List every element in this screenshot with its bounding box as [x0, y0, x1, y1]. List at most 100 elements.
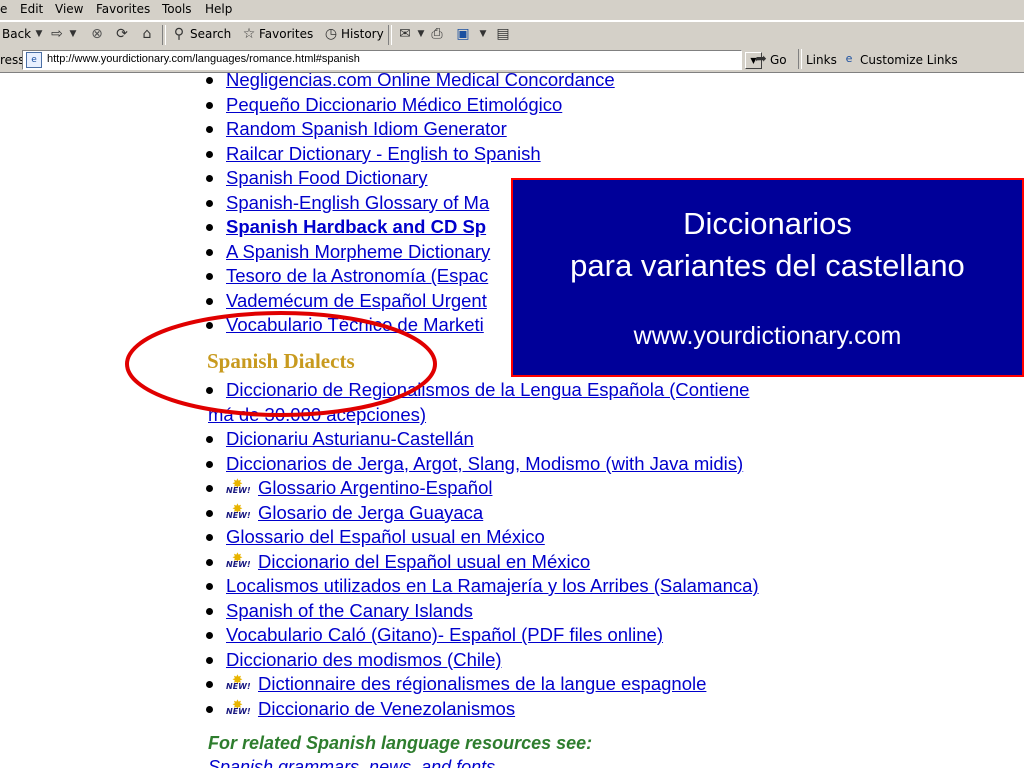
- spanish-resource-link[interactable]: Tesoro de la Astronomía (Espac: [226, 265, 488, 287]
- page-icon: e: [26, 52, 42, 68]
- edit-icon[interactable]: ▣: [454, 25, 472, 43]
- bullet-icon: [206, 509, 213, 517]
- bullet-icon: [206, 656, 213, 664]
- bullet-icon: [206, 248, 213, 256]
- overlay-title-line2: para variantes del castellano: [570, 248, 965, 283]
- edit-dropdown-icon[interactable]: ▼: [474, 25, 492, 43]
- history-button[interactable]: History: [341, 27, 384, 41]
- print-icon[interactable]: ⎙: [428, 25, 446, 43]
- favorites-icon[interactable]: ☆: [240, 25, 258, 43]
- search-button[interactable]: Search: [190, 27, 231, 41]
- bullet-icon: [206, 273, 213, 280]
- toolbar-separator: [162, 25, 166, 45]
- go-button[interactable]: Go: [770, 53, 787, 67]
- bullet-icon: [206, 632, 213, 639]
- address-label: ress: [0, 53, 25, 67]
- bullet-icon: [206, 175, 213, 182]
- dialect-link[interactable]: Dicionariu Asturianu-Castellán: [226, 428, 474, 450]
- bullet-icon: [206, 77, 213, 84]
- favorites-button[interactable]: Favorites: [259, 27, 313, 41]
- overlay-url: www.yourdictionary.com: [633, 322, 902, 350]
- menu-help[interactable]: Help: [205, 2, 232, 16]
- bullet-icon: [206, 126, 213, 133]
- back-button[interactable]: Back: [2, 27, 31, 41]
- spanish-resource-link[interactable]: Spanish Food Dictionary: [226, 167, 428, 189]
- new-badge-label: NEW!: [226, 706, 251, 716]
- address-bar: ress e http://www.yourdictionary.com/lan…: [0, 48, 1024, 73]
- bullet-icon: [206, 607, 213, 615]
- go-arrow-icon[interactable]: ➦: [752, 50, 770, 68]
- bullet-icon: [206, 460, 213, 468]
- bullet-icon: [206, 322, 213, 329]
- links-label[interactable]: Links: [806, 53, 837, 67]
- new-badge-label: NEW!: [226, 510, 251, 520]
- bullet-icon: [206, 485, 213, 492]
- dialect-link[interactable]: Diccionario del Español usual en México: [258, 551, 590, 573]
- home-icon[interactable]: ⌂: [138, 25, 156, 43]
- dialect-link[interactable]: Diccionarios de Jerga, Argot, Slang, Mod…: [226, 453, 743, 475]
- search-icon[interactable]: ⚲: [170, 25, 188, 43]
- bullet-icon: [206, 558, 213, 566]
- dialect-link[interactable]: Glossario Argentino-Español: [258, 477, 492, 499]
- new-badge-label: NEW!: [226, 486, 251, 495]
- address-url[interactable]: http://www.yourdictionary.com/languages/…: [47, 53, 360, 65]
- dialect-link-regionalismos-continued[interactable]: má de 30.000 acepciones): [208, 404, 426, 426]
- bullet-icon: [206, 297, 213, 305]
- dialect-link[interactable]: Dictionnaire des régionalismes de la lan…: [258, 673, 706, 695]
- forward-dropdown-icon[interactable]: ▼: [64, 25, 82, 43]
- address-separator: [798, 49, 802, 69]
- discuss-icon[interactable]: ▤: [494, 25, 512, 43]
- spanish-resource-link[interactable]: A Spanish Morpheme Dictionary: [226, 241, 490, 263]
- menu-tools[interactable]: Tools: [162, 2, 192, 16]
- menu-edit[interactable]: Edit: [20, 2, 43, 16]
- new-badge-icon: ✸ NEW!: [226, 673, 254, 692]
- bullet-icon: [206, 436, 213, 443]
- bullet-icon: [206, 101, 213, 109]
- history-icon[interactable]: ◷: [322, 25, 340, 43]
- new-badge-icon: ✸ NEW!: [226, 477, 254, 496]
- spanish-resource-link[interactable]: Spanish-English Glossary of Ma: [226, 192, 489, 214]
- spanish-resource-link[interactable]: Spanish Hardback and CD Sp: [226, 216, 486, 238]
- bullet-icon: [206, 224, 213, 231]
- toolbar-separator: [388, 25, 392, 45]
- customize-links-icon: e: [845, 52, 853, 65]
- menu-file[interactable]: e: [0, 2, 7, 16]
- overlay-caption-box: Diccionarios para variantes del castella…: [511, 178, 1024, 377]
- spanish-resource-link[interactable]: Pequeño Diccionario Médico Etimológico: [226, 94, 562, 116]
- dialect-link[interactable]: Spanish of the Canary Islands: [226, 600, 473, 622]
- spanish-resource-link[interactable]: Vocabulario Técnico de Marketi: [226, 314, 484, 336]
- bullet-icon: [206, 681, 213, 688]
- address-field[interactable]: e http://www.yourdictionary.com/language…: [22, 50, 762, 70]
- spanish-resource-link[interactable]: Railcar Dictionary - English to Spanish: [226, 143, 541, 165]
- bullet-icon: [206, 583, 213, 590]
- refresh-icon[interactable]: ⟳: [113, 25, 131, 43]
- related-resources-heading: For related Spanish language resources s…: [208, 733, 593, 753]
- new-badge-icon: ✸ NEW!: [226, 551, 254, 570]
- spanish-resource-link[interactable]: Random Spanish Idiom Generator: [226, 118, 507, 140]
- spanish-dialects-heading: Spanish Dialects: [207, 349, 355, 373]
- spanish-resource-link[interactable]: Negligencias.com Online Medical Concorda…: [226, 73, 615, 91]
- stop-icon[interactable]: ⊗: [88, 25, 106, 43]
- new-badge-label: NEW!: [226, 682, 251, 691]
- bullet-icon: [206, 534, 213, 541]
- dialect-link[interactable]: Vocabulario Caló (Gitano)- Español (PDF …: [226, 624, 663, 646]
- dialect-link[interactable]: Diccionario de Venezolanismos: [258, 698, 515, 720]
- menu-view[interactable]: View: [55, 2, 83, 16]
- spanish-resource-link[interactable]: Vademécum de Español Urgent: [226, 290, 487, 312]
- dialect-link-regionalismos[interactable]: Diccionario de Regionalismos de la Lengu…: [226, 379, 749, 401]
- back-dropdown-icon[interactable]: ▼: [30, 25, 48, 43]
- dialect-link[interactable]: Localismos utilizados en La Ramajería y …: [226, 575, 759, 597]
- new-badge-icon: ✸ NEW!: [226, 698, 254, 717]
- menu-bar: e Edit View Favorites Tools Help: [0, 0, 1024, 21]
- dialect-link[interactable]: Glosario de Jerga Guayaca: [258, 502, 483, 524]
- bullet-icon: [206, 199, 213, 207]
- dialect-link[interactable]: Glossario del Español usual en México: [226, 526, 545, 548]
- customize-links[interactable]: Customize Links: [860, 53, 958, 67]
- bullet-icon: [206, 150, 213, 158]
- bullet-icon: [206, 705, 213, 713]
- dialect-link[interactable]: Diccionario des modismos (Chile): [226, 649, 502, 671]
- related-resources-link[interactable]: Spanish grammars, news, and fonts: [208, 757, 495, 768]
- menu-favorites[interactable]: Favorites: [96, 2, 150, 16]
- bullet-icon: [206, 387, 213, 394]
- overlay-title-line1: Diccionarios: [683, 206, 852, 241]
